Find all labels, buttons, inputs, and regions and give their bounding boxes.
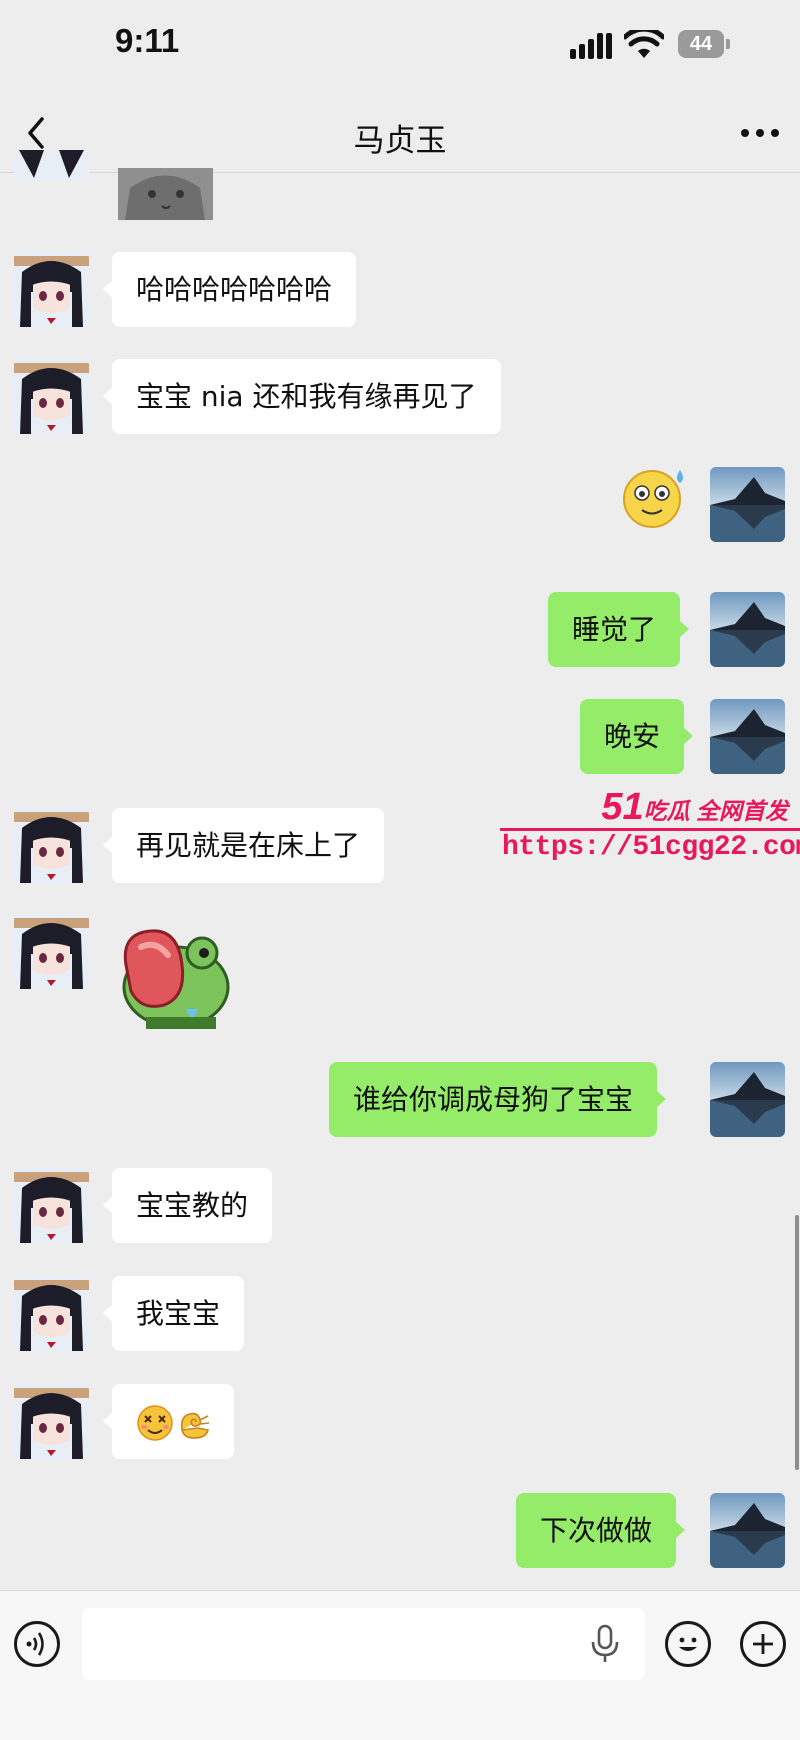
more-options-icon[interactable] — [735, 115, 785, 151]
plus-icon — [753, 1634, 773, 1654]
message-bubble-incoming[interactable]: 宝宝 nia 还和我有缘再见了 — [103, 359, 501, 434]
more-actions-button[interactable] — [740, 1621, 786, 1667]
cellular-signal-icon — [570, 33, 612, 59]
contact-avatar[interactable] — [14, 1384, 89, 1459]
message-bubble-incoming[interactable]: 宝宝教的 — [102, 1168, 273, 1243]
microphone-icon[interactable] — [588, 1624, 622, 1664]
ok-hand-emoji — [180, 1412, 210, 1439]
battery-level: 44 — [678, 30, 724, 58]
chat-header: 马贞玉 — [0, 95, 800, 173]
contact-avatar[interactable] — [14, 252, 89, 327]
contact-avatar[interactable] — [14, 359, 89, 434]
watermark-url: https://51cgg22.com — [502, 832, 800, 863]
watermark-brand: 51吃瓜 全网首发 — [601, 786, 788, 828]
message-bubble-incoming[interactable]: 我宝宝 — [102, 1276, 245, 1351]
my-avatar[interactable] — [710, 592, 785, 667]
input-bar — [0, 1590, 800, 1740]
voice-input-button[interactable] — [14, 1621, 60, 1667]
my-avatar[interactable] — [710, 467, 785, 542]
watermark: 51吃瓜 全网首发 https://51cgg22.com — [498, 786, 800, 866]
contact-avatar[interactable] — [14, 914, 89, 989]
voice-icon — [26, 1632, 44, 1656]
emoji-button[interactable] — [665, 1621, 711, 1667]
contact-avatar[interactable] — [14, 150, 89, 180]
battery-icon: 44 — [678, 30, 730, 58]
message-bubble-incoming[interactable]: 哈哈哈哈哈哈哈 — [102, 252, 357, 327]
frog-tongue-sticker[interactable] — [116, 925, 231, 1030]
message-bubble-outgoing[interactable]: 下次做做 — [516, 1493, 686, 1568]
status-time: 9:11 — [115, 22, 180, 59]
message-bubble-outgoing[interactable]: 晚安 — [580, 699, 694, 774]
message-bubble-incoming[interactable] — [103, 1384, 234, 1459]
wifi-icon — [624, 30, 664, 58]
cat-sticker[interactable] — [110, 168, 220, 220]
message-input[interactable] — [82, 1608, 645, 1680]
my-avatar[interactable] — [710, 1493, 785, 1568]
contact-avatar[interactable] — [14, 1276, 89, 1351]
status-bar: 9:11 44 — [0, 0, 800, 95]
message-bubble-outgoing[interactable]: 睡觉了 — [548, 592, 690, 667]
my-avatar[interactable] — [710, 1062, 785, 1137]
contact-avatar[interactable] — [14, 1168, 89, 1243]
sweating-smile-emoji[interactable] — [620, 465, 690, 530]
dizzy-face-emoji — [137, 1405, 173, 1441]
chat-title: 马贞玉 — [353, 123, 447, 159]
smiley-icon — [679, 1637, 697, 1651]
my-avatar[interactable] — [710, 699, 785, 774]
message-bubble-outgoing[interactable]: 谁给你调成母狗了宝宝 — [329, 1062, 667, 1137]
contact-avatar[interactable] — [14, 808, 89, 883]
message-bubble-incoming[interactable]: 再见就是在床上了 — [102, 808, 385, 883]
scrollbar[interactable] — [795, 1215, 799, 1470]
